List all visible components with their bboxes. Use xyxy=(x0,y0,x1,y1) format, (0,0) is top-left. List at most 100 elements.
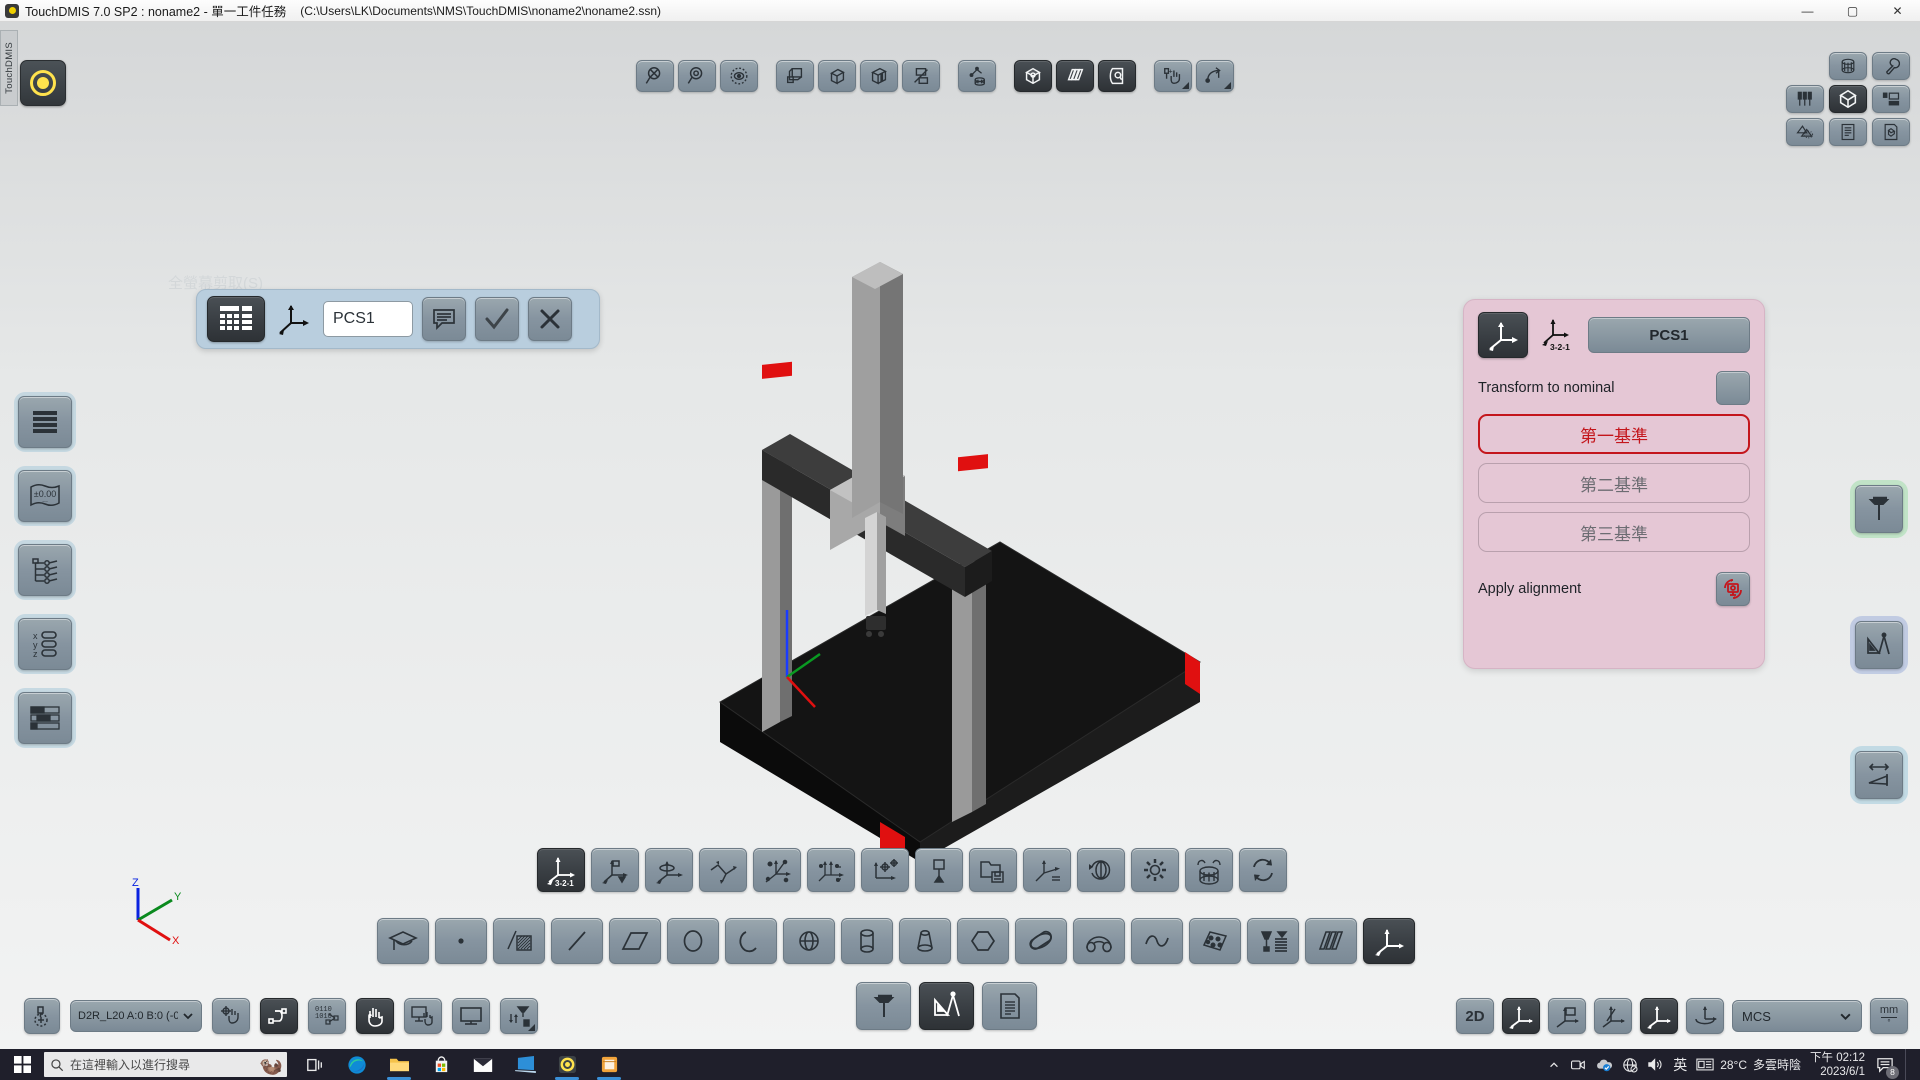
probe-selector[interactable]: D2R_L20 A:0 B:0 (-0.000 xyxy=(70,1000,202,1032)
windows-start-icon[interactable] xyxy=(0,1049,44,1080)
view-free-axis-icon[interactable] xyxy=(1640,998,1678,1034)
align-transform-icon[interactable] xyxy=(1023,848,1071,892)
probe-head-icon[interactable] xyxy=(1855,485,1903,533)
zoom-eye-icon[interactable] xyxy=(720,60,758,92)
view-plane-axis-icon[interactable] xyxy=(1548,998,1586,1034)
view-box-percent-icon[interactable] xyxy=(902,60,940,92)
align-save-icon[interactable] xyxy=(969,848,1017,892)
zoom-fit-icon[interactable] xyxy=(636,60,674,92)
align-gift-icon[interactable] xyxy=(1185,848,1233,892)
ime-language-label[interactable]: 英 xyxy=(1673,1055,1687,1075)
measure-tools-icon[interactable] xyxy=(919,982,974,1030)
pcs-name-display[interactable]: PCS1 xyxy=(1588,317,1750,353)
shapes-overlay-icon[interactable] xyxy=(1786,118,1824,146)
hand-manual-icon[interactable] xyxy=(356,998,394,1034)
microsoft-store-icon[interactable] xyxy=(421,1049,461,1080)
dimension-angle-icon[interactable] xyxy=(1855,751,1903,799)
notification-icon[interactable]: 8 xyxy=(1874,1054,1899,1079)
view-front-axis-icon[interactable] xyxy=(1594,998,1632,1034)
probe-rack-icon[interactable] xyxy=(1786,85,1824,113)
align-best-fit-icon[interactable] xyxy=(699,848,747,892)
feature-layers-icon[interactable] xyxy=(1305,918,1357,964)
view-box-corner-icon[interactable] xyxy=(776,60,814,92)
gear-stack-icon[interactable] xyxy=(1829,52,1867,80)
probe-hand-icon[interactable]: + xyxy=(1154,60,1192,92)
transform-toggle[interactable] xyxy=(1716,371,1750,405)
coordinate-system-selector[interactable]: MCS xyxy=(1732,1000,1862,1032)
layout-panels-icon[interactable] xyxy=(1872,85,1910,113)
task-view-icon[interactable] xyxy=(295,1049,335,1080)
app-vertical-tab[interactable]: TouchDMIS xyxy=(0,30,18,106)
datum-primary-button[interactable]: 第一基準 xyxy=(1478,414,1750,454)
align-rotate-axis-icon[interactable] xyxy=(645,848,693,892)
zoom-target-icon[interactable] xyxy=(678,60,716,92)
probe-target-icon[interactable] xyxy=(212,998,250,1034)
sidebar-item-tree[interactable] xyxy=(18,544,72,596)
path-route-icon[interactable] xyxy=(260,998,298,1034)
feature-cylinder-icon[interactable] xyxy=(841,918,893,964)
maximize-button[interactable]: ▢ xyxy=(1830,0,1875,22)
numeric-keypad-icon[interactable] xyxy=(207,296,265,342)
snipping-tool-icon[interactable] xyxy=(589,1049,629,1080)
align-rotate-cycle-icon[interactable] xyxy=(1077,848,1125,892)
feature-angle-surface-icon[interactable] xyxy=(493,918,545,964)
report-list-icon[interactable] xyxy=(1829,118,1867,146)
align-plane-line-point-icon[interactable] xyxy=(591,848,639,892)
screen-icon[interactable] xyxy=(452,998,490,1034)
network-offline-icon[interactable] xyxy=(1622,1057,1638,1073)
view-solid-cube-icon[interactable] xyxy=(1014,60,1052,92)
check-icon[interactable] xyxy=(475,297,519,341)
feature-curve-icon[interactable] xyxy=(1131,918,1183,964)
align-datum-target-icon[interactable] xyxy=(915,848,963,892)
dmis-code-icon[interactable]: 0110 1010 xyxy=(308,998,346,1034)
feature-sphere-icon[interactable] xyxy=(783,918,835,964)
chevron-up-icon[interactable] xyxy=(1548,1059,1560,1071)
align-gear-icon[interactable] xyxy=(1131,848,1179,892)
remote-desktop-icon[interactable] xyxy=(505,1049,545,1080)
file-explorer-icon[interactable] xyxy=(379,1049,419,1080)
feature-graduation-icon[interactable] xyxy=(377,918,429,964)
onedrive-icon[interactable] xyxy=(1595,1056,1613,1074)
app-logo-button[interactable] xyxy=(20,60,66,106)
weather-widget[interactable]: 28°C 多雲時陰 xyxy=(1696,1056,1801,1073)
sidebar-item-xyz[interactable]: x y z xyxy=(18,618,72,670)
touchdmis-icon[interactable] xyxy=(547,1049,587,1080)
feature-line-icon[interactable] xyxy=(551,918,603,964)
comment-icon[interactable] xyxy=(422,297,466,341)
probe-change-icon[interactable] xyxy=(500,998,538,1034)
view-rotate-axis-icon[interactable] xyxy=(1686,998,1724,1034)
feature-probe-steps-icon[interactable] xyxy=(1247,918,1299,964)
pcs-name-input[interactable] xyxy=(323,301,413,337)
screen-hand-icon[interactable] xyxy=(404,998,442,1034)
align-scatter-icon[interactable] xyxy=(753,848,801,892)
align-origin-icon[interactable] xyxy=(861,848,909,892)
apply-alignment-icon[interactable] xyxy=(1716,572,1750,606)
probe-config-icon[interactable] xyxy=(24,998,60,1034)
feature-cone-icon[interactable] xyxy=(899,918,951,964)
view-2d-button[interactable]: 2D xyxy=(1456,998,1494,1034)
sidebar-item-menu-lines[interactable] xyxy=(18,396,72,448)
edge-brow­ser-icon[interactable] xyxy=(337,1049,377,1080)
align-iterative-icon[interactable] xyxy=(807,848,855,892)
datum-tertiary-button[interactable]: 第三基準 xyxy=(1478,512,1750,552)
mail-icon[interactable] xyxy=(463,1049,503,1080)
report-document-icon[interactable] xyxy=(982,982,1037,1030)
view-box-halftone-icon[interactable] xyxy=(860,60,898,92)
minimize-button[interactable]: — xyxy=(1785,0,1830,22)
sidebar-item-sliders[interactable] xyxy=(18,692,72,744)
view-layers-icon[interactable] xyxy=(1056,60,1094,92)
feature-plane-icon[interactable] xyxy=(609,918,661,964)
feature-slot-icon[interactable] xyxy=(1015,918,1067,964)
units-button[interactable]: mm ° xyxy=(1870,998,1908,1034)
align-3-2-1-icon[interactable]: 3-2-1 xyxy=(537,848,585,892)
document-cad-icon[interactable] xyxy=(1872,118,1910,146)
feature-point-icon[interactable] xyxy=(435,918,487,964)
feature-polygon-icon[interactable] xyxy=(957,918,1009,964)
view-iso-axis-icon[interactable] xyxy=(1502,998,1540,1034)
close-button[interactable]: ✕ xyxy=(1875,0,1920,22)
feature-torus-icon[interactable] xyxy=(1073,918,1125,964)
view-box-slice-icon[interactable] xyxy=(818,60,856,92)
wrench-icon[interactable] xyxy=(1872,52,1910,80)
volume-icon[interactable] xyxy=(1647,1057,1664,1072)
probe-head-icon[interactable] xyxy=(856,982,911,1030)
